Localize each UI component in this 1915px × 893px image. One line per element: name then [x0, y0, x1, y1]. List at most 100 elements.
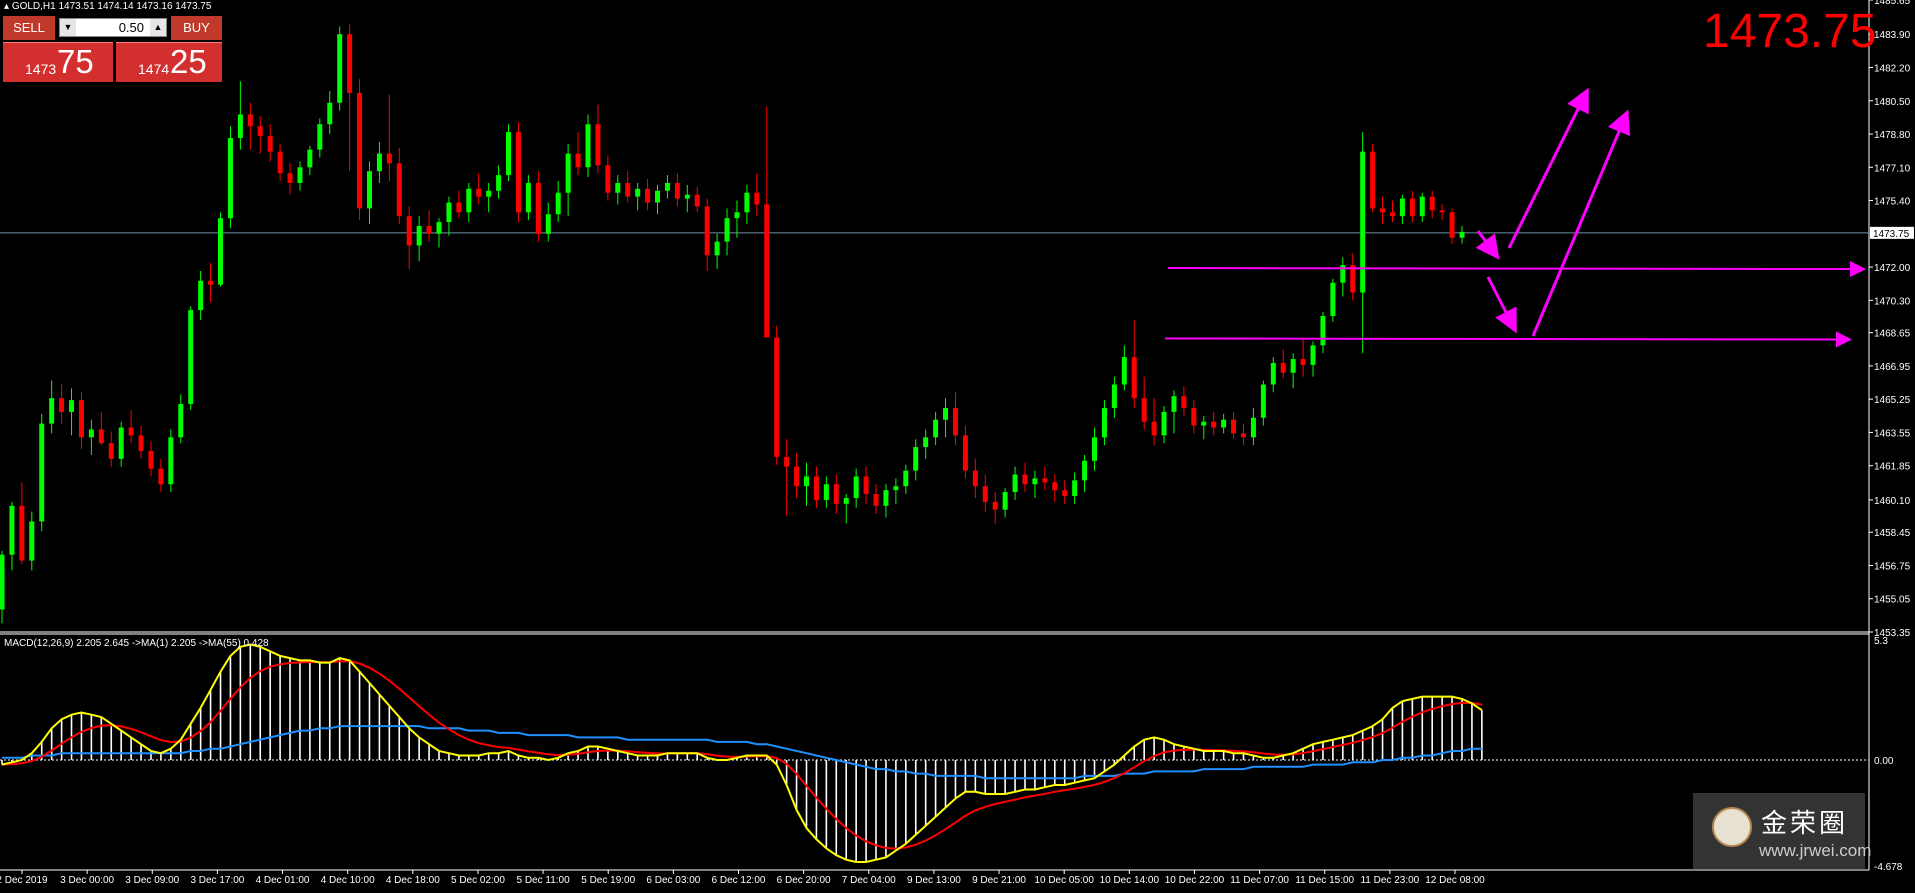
sell-price-button[interactable]: 1473 75 — [3, 42, 113, 82]
candle-body — [694, 194, 700, 207]
signal-line — [1, 660, 1483, 850]
candle-body — [724, 218, 730, 242]
candle-body — [833, 484, 839, 504]
candle-body — [684, 194, 690, 199]
candle-body — [1171, 396, 1177, 412]
candle-body — [1191, 407, 1197, 426]
candle-body — [327, 102, 333, 125]
buy-button[interactable]: BUY — [171, 16, 222, 40]
lot-size-value[interactable]: 0.50 — [78, 19, 148, 36]
candle-body — [1290, 359, 1296, 373]
candle-body — [386, 153, 392, 164]
x-tick-label: 4 Dec 10:00 — [321, 875, 375, 886]
candle-body — [823, 484, 829, 500]
candle-body — [446, 202, 452, 223]
candle-body — [416, 225, 422, 246]
y-tick-label: 1456.75 — [1874, 561, 1911, 572]
candle-body — [1389, 212, 1395, 217]
candle-body — [1280, 362, 1286, 373]
candle-body — [515, 132, 521, 213]
candle-body — [595, 124, 601, 166]
candle-body — [1459, 231, 1465, 238]
candle-body — [426, 225, 432, 234]
coin-logo-icon — [1712, 807, 1752, 847]
x-tick-label: 6 Dec 12:00 — [712, 875, 766, 886]
candle-body — [913, 447, 919, 471]
buy-price-pips: 25 — [170, 43, 207, 80]
candle-body — [1002, 492, 1008, 510]
candle-body — [1380, 208, 1386, 213]
projection-arrow — [1475, 230, 1500, 260]
x-tick-label: 6 Dec 03:00 — [646, 875, 700, 886]
y-tick-label: 1485.65 — [1874, 0, 1911, 7]
x-tick-label: 10 Dec 22:00 — [1165, 875, 1225, 886]
x-tick-label: 10 Dec 05:00 — [1034, 875, 1094, 886]
x-tick-label: 2 Dec 2019 — [0, 875, 48, 886]
one-click-trading-panel: SELL ▼ 0.50 ▲ BUY 1473 75 1474 25 — [3, 16, 222, 82]
y-tick-label: 1455.05 — [1874, 595, 1911, 606]
projection-arrow — [1507, 87, 1589, 249]
sell-price-prefix: 1473 — [25, 61, 57, 77]
x-tick-label: 5 Dec 02:00 — [451, 875, 505, 886]
candle-body — [923, 437, 929, 448]
x-tick-label: 3 Dec 17:00 — [190, 875, 244, 886]
candle-body — [903, 470, 909, 487]
chevron-down-icon[interactable]: ▼ — [60, 19, 76, 36]
analysis-drawings — [1164, 87, 1866, 348]
candle-body — [615, 182, 621, 193]
candle-body — [88, 429, 94, 438]
candle-body — [1022, 474, 1028, 485]
candlestick-series — [0, 24, 1465, 624]
symbol-header: ▴ GOLD,H1 1473.51 1474.14 1473.16 1473.7… — [4, 1, 211, 12]
candle-body — [466, 188, 472, 213]
candle-body — [1141, 398, 1147, 422]
candle-body — [813, 476, 819, 500]
candle-body — [873, 494, 879, 506]
candle-body — [486, 190, 492, 197]
candle-body — [1240, 433, 1246, 438]
candle-body — [1161, 411, 1167, 436]
candle-body — [674, 182, 680, 199]
candle-body — [635, 188, 641, 197]
candle-body — [774, 337, 780, 457]
macd-tick-label: 5.3 — [1874, 636, 1888, 647]
candle-body — [1370, 151, 1376, 209]
candle-body — [1042, 478, 1048, 483]
candle-body — [1300, 359, 1306, 365]
candle-body — [575, 153, 581, 168]
y-tick-label: 1460.10 — [1874, 496, 1911, 507]
candle-body — [1310, 345, 1316, 365]
watermark-url: www.jrwei.com — [1759, 841, 1872, 860]
projection-arrow — [1531, 109, 1631, 337]
candle-body — [535, 182, 541, 234]
buy-price-button[interactable]: 1474 25 — [116, 42, 222, 82]
candle-body — [1032, 478, 1038, 485]
candle-body — [1429, 196, 1435, 211]
x-tick-label: 9 Dec 13:00 — [907, 875, 961, 886]
y-tick-label: 1463.55 — [1874, 428, 1911, 439]
x-tick-label: 9 Dec 21:00 — [972, 875, 1026, 886]
candle-body — [29, 521, 35, 561]
candle-body — [247, 114, 253, 127]
candle-body — [962, 435, 968, 471]
candle-body — [714, 241, 720, 256]
candle-body — [645, 188, 651, 203]
candle-body — [754, 192, 760, 205]
y-tick-label: 1477.10 — [1874, 163, 1911, 174]
candle-body — [744, 192, 750, 213]
candle-body — [764, 204, 770, 338]
candle-body — [585, 124, 591, 168]
price-chart[interactable]: 1485.65 1483.90 1482.20 1480.50 1478.80 1477.… — [0, 0, 1915, 893]
sell-button[interactable]: SELL — [3, 16, 55, 40]
triangle-icon: ▴ — [4, 1, 10, 12]
buy-price-prefix: 1474 — [138, 61, 170, 77]
candle-body — [257, 126, 263, 136]
candle-body — [1449, 212, 1455, 238]
chevron-up-icon[interactable]: ▲ — [150, 19, 166, 36]
candle-body — [227, 137, 233, 219]
candle-body — [277, 151, 283, 174]
candle-body — [1181, 396, 1187, 408]
lot-size-input[interactable]: ▼ 0.50 ▲ — [59, 18, 167, 37]
candle-body — [1072, 480, 1078, 497]
candle-body — [1330, 282, 1336, 316]
